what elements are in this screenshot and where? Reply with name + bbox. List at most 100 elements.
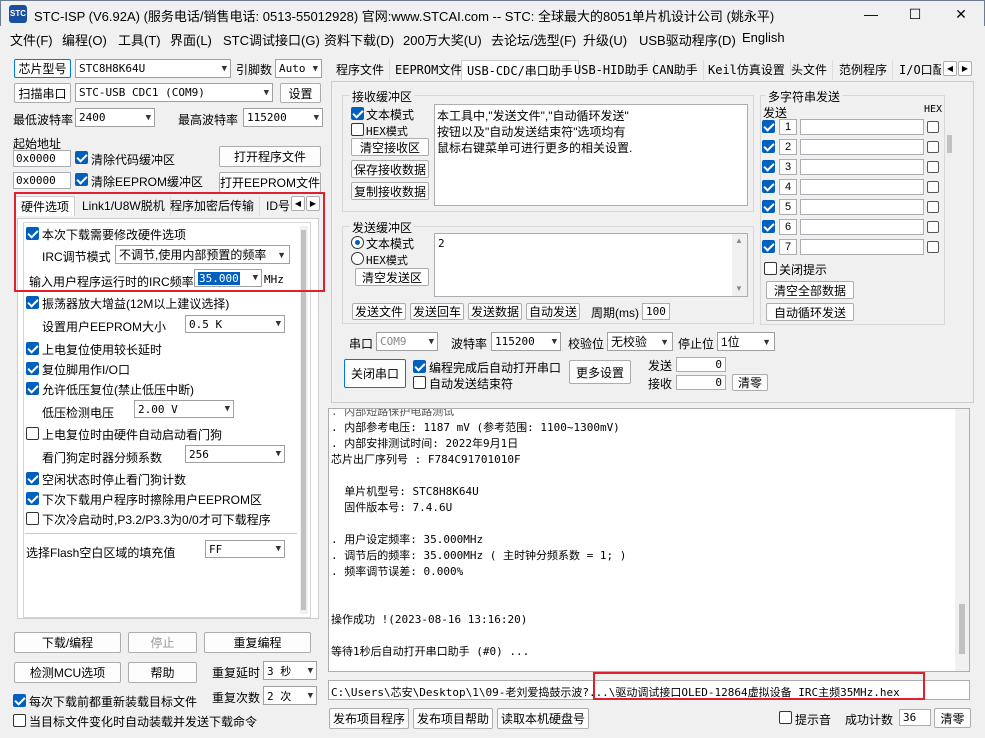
menu-debug[interactable]: STC调试接口(G) <box>223 30 320 49</box>
tab-program-file[interactable]: 程序文件 <box>331 60 391 80</box>
maximize-icon[interactable]: ☐ <box>892 1 938 27</box>
multi-row-input[interactable] <box>800 219 924 235</box>
reload-checkbox[interactable] <box>13 694 26 707</box>
multi-row-checkbox[interactable] <box>762 120 775 133</box>
auto-loop-button[interactable]: 自动循环发送 <box>766 303 854 321</box>
send-text-mode-radio[interactable] <box>351 236 364 249</box>
tab-id[interactable]: ID号 <box>261 196 295 216</box>
multi-row-hex-checkbox[interactable] <box>927 201 939 213</box>
publish-help-button[interactable]: 发布项目帮助 <box>413 708 493 729</box>
modify-hw-checkbox[interactable] <box>26 227 39 240</box>
wdt-idle-checkbox[interactable] <box>26 472 39 485</box>
menu-usb-driver[interactable]: USB驱动程序(D) <box>639 30 736 49</box>
copy-receive-button[interactable]: 复制接收数据 <box>351 182 429 200</box>
multi-row-input[interactable] <box>800 199 924 215</box>
tab-can[interactable]: CAN助手 <box>647 60 704 80</box>
tab-encrypt[interactable]: 程序加密后传输 <box>165 196 261 216</box>
menu-upgrade[interactable]: 升级(U) <box>583 30 627 49</box>
multi-row-checkbox[interactable] <box>762 220 775 233</box>
auto-end-checkbox[interactable] <box>413 376 426 389</box>
max-baud-select[interactable]: 115200 ▼ <box>243 108 323 127</box>
erase-eeprom-checkbox[interactable] <box>26 492 39 505</box>
chip-model-select[interactable]: STC8H8K64U ▼ <box>75 59 231 78</box>
tab-io[interactable]: I/O口配 <box>894 60 941 80</box>
send-textarea[interactable]: 2 ▲ ▼ <box>434 233 748 297</box>
multi-row-checkbox[interactable] <box>762 140 775 153</box>
lvr-checkbox[interactable] <box>26 382 39 395</box>
recv-text-mode-checkbox[interactable] <box>351 107 364 120</box>
multi-row-input[interactable] <box>800 119 924 135</box>
baud-select[interactable]: 115200 ▼ <box>491 332 561 351</box>
minimize-icon[interactable]: — <box>848 1 894 27</box>
multi-row-button[interactable]: 4 <box>779 179 797 195</box>
tab-scroll-left-icon[interactable]: ◀ <box>943 61 957 76</box>
stop-button[interactable]: 停止 <box>128 632 197 653</box>
multi-row-button[interactable]: 1 <box>779 119 797 135</box>
send-hex-mode-radio[interactable] <box>351 252 364 265</box>
chip-model-button[interactable]: 芯片型号 <box>14 59 71 78</box>
multi-row-hex-checkbox[interactable] <box>927 121 939 133</box>
multi-row-checkbox[interactable] <box>762 160 775 173</box>
reprogram-button[interactable]: 重复编程 <box>204 632 311 653</box>
port-select[interactable]: STC-USB CDC1 (COM9) ▼ <box>75 83 273 102</box>
options-scrollbar[interactable] <box>300 226 308 614</box>
tab-hardware[interactable]: 硬件选项 <box>15 196 76 216</box>
wdt-auto-checkbox[interactable] <box>26 427 39 440</box>
scan-port-button[interactable]: 扫描串口 <box>14 83 71 103</box>
check-mcu-button[interactable]: 检测MCU选项 <box>14 662 121 683</box>
multi-row-hex-checkbox[interactable] <box>927 161 939 173</box>
retry-count-select[interactable]: 2 次 ▼ <box>263 686 317 705</box>
reset-io-checkbox[interactable] <box>26 362 39 375</box>
tab-usb-cdc[interactable]: USB-CDC/串口助手 <box>461 60 579 80</box>
multi-row-hex-checkbox[interactable] <box>927 141 939 153</box>
p32p33-checkbox[interactable] <box>26 512 39 525</box>
auto-send-button[interactable]: 自动发送 <box>526 303 580 320</box>
save-receive-button[interactable]: 保存接收数据 <box>351 160 429 178</box>
address-input-1[interactable]: 0x0000 <box>13 150 71 167</box>
menu-tools[interactable]: 工具(T) <box>118 30 161 49</box>
menu-download[interactable]: 资料下载(D) <box>324 30 394 49</box>
min-baud-select[interactable]: 2400 ▼ <box>75 108 155 127</box>
send-data-button[interactable]: 发送数据 <box>468 303 522 320</box>
lvd-select[interactable]: 2.00 V ▼ <box>134 400 234 418</box>
send-enter-button[interactable]: 发送回车 <box>410 303 464 320</box>
multi-row-hex-checkbox[interactable] <box>927 241 939 253</box>
clear-send-button[interactable]: 清空发送区 <box>355 268 429 286</box>
output-log[interactable]: . 内部短路保护电路测试 . 内部参考电压: 1187 mV (参考范围: 11… <box>328 408 970 672</box>
publish-program-button[interactable]: 发布项目程序 <box>329 708 409 729</box>
multi-row-input[interactable] <box>800 139 924 155</box>
multi-row-hex-checkbox[interactable] <box>927 181 939 193</box>
tab-scroll-right-icon[interactable]: ▶ <box>306 196 320 211</box>
sound-checkbox[interactable] <box>779 711 792 724</box>
recv-hex-mode-checkbox[interactable] <box>351 123 364 136</box>
menu-file[interactable]: 文件(F) <box>10 30 53 49</box>
close-tip-checkbox[interactable] <box>764 262 777 275</box>
tab-keil[interactable]: Keil仿真设置 <box>703 60 791 80</box>
clear-all-button[interactable]: 清空全部数据 <box>766 281 854 299</box>
irc-mode-select[interactable]: 不调节,使用内部预置的频率 ▼ <box>115 245 290 264</box>
multi-scrollbar[interactable] <box>946 117 954 252</box>
irc-freq-select[interactable]: 35.000 ▼ <box>194 269 262 287</box>
stop-bits-select[interactable]: 1位 ▼ <box>717 332 775 351</box>
help-button[interactable]: 帮助 <box>128 662 197 683</box>
fill-select[interactable]: FF ▼ <box>205 540 285 558</box>
multi-row-input[interactable] <box>800 179 924 195</box>
tab-header[interactable]: 头文件 <box>786 60 834 80</box>
tab-scroll-right-icon[interactable]: ▶ <box>958 61 972 76</box>
menu-program[interactable]: 编程(O) <box>62 30 107 49</box>
multi-row-checkbox[interactable] <box>762 180 775 193</box>
clear-receive-button[interactable]: 清空接收区 <box>351 138 429 156</box>
multi-row-input[interactable] <box>800 239 924 255</box>
tab-usb-hid[interactable]: USB-HID助手 <box>569 60 655 80</box>
tab-eeprom-file[interactable]: EEPROM文件 <box>390 60 469 80</box>
multi-row-hex-checkbox[interactable] <box>927 221 939 233</box>
tab-examples[interactable]: 范例程序 <box>834 60 894 80</box>
retry-delay-select[interactable]: 3 秒 ▼ <box>263 661 317 680</box>
multi-row-button[interactable]: 5 <box>779 199 797 215</box>
read-serial-button[interactable]: 读取本机硬盘号 <box>497 708 589 729</box>
parity-select[interactable]: 无校验 ▼ <box>607 332 673 351</box>
multi-row-checkbox[interactable] <box>762 240 775 253</box>
pin-count-select[interactable]: Auto ▼ <box>275 59 322 78</box>
log-scrollbar[interactable] <box>955 409 969 671</box>
clear-count-button[interactable]: 清零 <box>732 374 768 391</box>
